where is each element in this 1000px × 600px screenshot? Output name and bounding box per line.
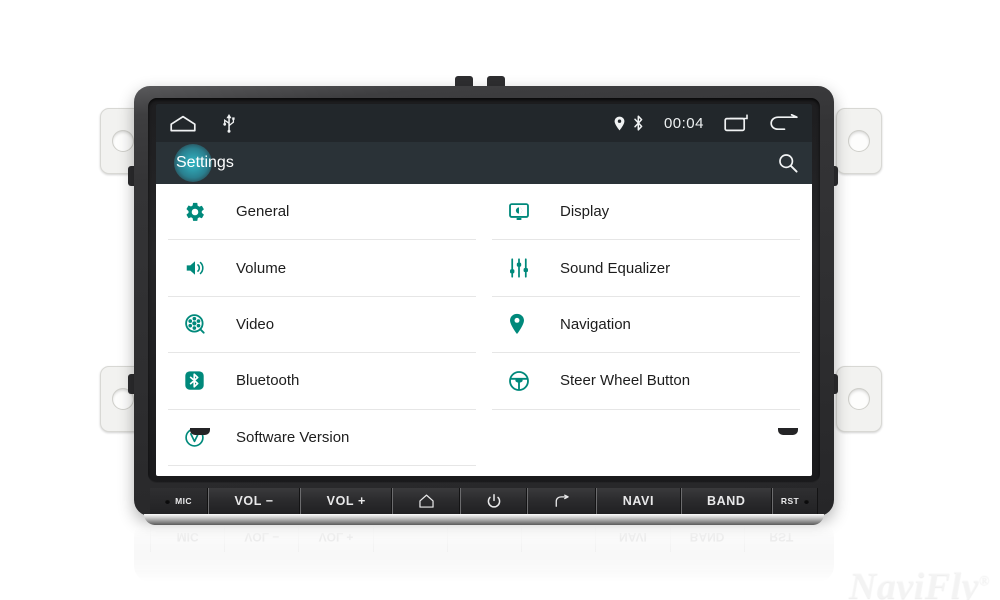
reflected-button-label xyxy=(521,522,596,552)
usb-icon xyxy=(222,113,236,133)
hardware-button-label: MIC xyxy=(175,496,192,506)
bluetooth-icon xyxy=(633,115,644,131)
back-arrow-icon xyxy=(554,494,570,508)
monitor-brightness-icon xyxy=(508,201,560,223)
hardware-button-back[interactable] xyxy=(527,488,597,514)
brand-watermark-text: NaviFly xyxy=(848,565,980,600)
steering-wheel-icon xyxy=(508,370,560,392)
settings-item-steer-wheel-button[interactable]: Steer Wheel Button xyxy=(492,353,800,410)
settings-item-bluetooth[interactable]: Bluetooth xyxy=(168,353,476,410)
home-icon xyxy=(419,494,434,508)
settings-item-label: Bluetooth xyxy=(236,372,300,390)
car-head-unit: 00:04 Settings General Volume Video Blue… xyxy=(134,86,834,525)
speaker-icon xyxy=(184,257,236,279)
film-reel-icon xyxy=(184,313,236,335)
unit-foot xyxy=(190,428,210,435)
reflected-button-label: VOL − xyxy=(224,522,299,552)
settings-item-label: Video xyxy=(236,315,275,333)
back-arrow-icon[interactable] xyxy=(770,114,798,132)
settings-item-label: Volume xyxy=(236,259,287,277)
settings-item-label: General xyxy=(236,203,290,221)
android-status-bar: 00:04 xyxy=(156,104,812,142)
unit-foot xyxy=(778,428,798,435)
brand-watermark: NaviFly® xyxy=(849,564,990,600)
recents-icon[interactable] xyxy=(724,114,750,132)
location-pin-icon xyxy=(614,116,625,131)
reflected-button-label xyxy=(372,522,447,552)
reflected-button-label: NAVI xyxy=(595,522,670,552)
reflected-button-label: BAND xyxy=(669,522,744,552)
search-icon[interactable] xyxy=(778,153,798,173)
home-icon[interactable] xyxy=(170,115,196,132)
settings-item-volume[interactable]: Volume xyxy=(168,240,476,297)
screenshot-stage: MIC VOL − VOL + NAVI BAND RST 00:04 Sett… xyxy=(0,0,1000,600)
registered-mark: ® xyxy=(979,573,990,589)
reflected-button-label: VOL + xyxy=(298,522,373,552)
microphone-hole-icon xyxy=(165,498,171,504)
settings-item-software-version[interactable]: Software Version xyxy=(168,410,476,466)
hardware-button-vol-down[interactable]: VOL − xyxy=(208,488,301,514)
app-action-bar: Settings xyxy=(156,142,812,184)
mounting-bracket-bottom-right xyxy=(836,366,882,432)
settings-item-label: Navigation xyxy=(560,315,631,333)
settings-item-general[interactable]: General xyxy=(168,184,476,241)
hardware-button-navi[interactable]: NAVI xyxy=(596,488,681,514)
settings-item-display[interactable]: Display xyxy=(492,184,800,241)
page-title: Settings xyxy=(176,154,234,171)
bluetooth-icon xyxy=(184,370,236,391)
settings-item-label: Display xyxy=(560,203,610,221)
hardware-button-label: VOL + xyxy=(326,494,366,508)
hardware-button-power[interactable] xyxy=(460,488,528,514)
hardware-button-strip: MIC VOL − VOL + NAVI BAND RST xyxy=(150,488,819,514)
settings-item-label: Sound Equalizer xyxy=(560,259,671,277)
lcd-screen: 00:04 Settings General Volume Video Blue… xyxy=(156,104,812,476)
power-icon xyxy=(487,493,501,509)
settings-column-right: Display Sound Equalizer Navigation Steer… xyxy=(484,184,800,466)
settings-column-left: General Volume Video Bluetooth Software … xyxy=(168,184,484,466)
settings-item-navigation[interactable]: Navigation xyxy=(492,297,800,354)
reflected-button-label: RST xyxy=(743,522,818,552)
hardware-button-home[interactable] xyxy=(392,488,461,514)
settings-item-label: Software Version xyxy=(236,428,350,446)
mounting-bracket-top-right xyxy=(836,108,882,174)
gear-icon xyxy=(184,201,236,223)
settings-item-empty xyxy=(492,410,800,466)
chrome-trim xyxy=(144,514,824,525)
reset-hole-icon xyxy=(804,498,810,504)
hardware-button-label: BAND xyxy=(707,494,746,508)
hardware-button-label: NAVI xyxy=(622,494,655,508)
hardware-button-reset[interactable]: RST xyxy=(772,488,819,514)
button-strip-reflection: MIC VOL − VOL + NAVI BAND RST xyxy=(150,522,818,552)
settings-item-label: Steer Wheel Button xyxy=(560,372,691,390)
hardware-button-label: RST xyxy=(780,496,800,506)
reflected-button-label: MIC xyxy=(150,522,225,552)
location-pin-icon xyxy=(508,313,560,335)
settings-item-sound-equalizer[interactable]: Sound Equalizer xyxy=(492,240,800,297)
settings-list: General Volume Video Bluetooth Software … xyxy=(156,184,812,476)
settings-item-video[interactable]: Video xyxy=(168,297,476,354)
hardware-button-mic[interactable]: MIC xyxy=(150,488,208,514)
hardware-button-vol-up[interactable]: VOL + xyxy=(300,488,393,514)
reflected-button-label xyxy=(446,522,522,552)
equalizer-sliders-icon xyxy=(508,257,560,279)
status-clock: 00:04 xyxy=(663,114,704,132)
hardware-button-band[interactable]: BAND xyxy=(680,488,773,514)
hardware-button-label: VOL − xyxy=(234,494,274,508)
